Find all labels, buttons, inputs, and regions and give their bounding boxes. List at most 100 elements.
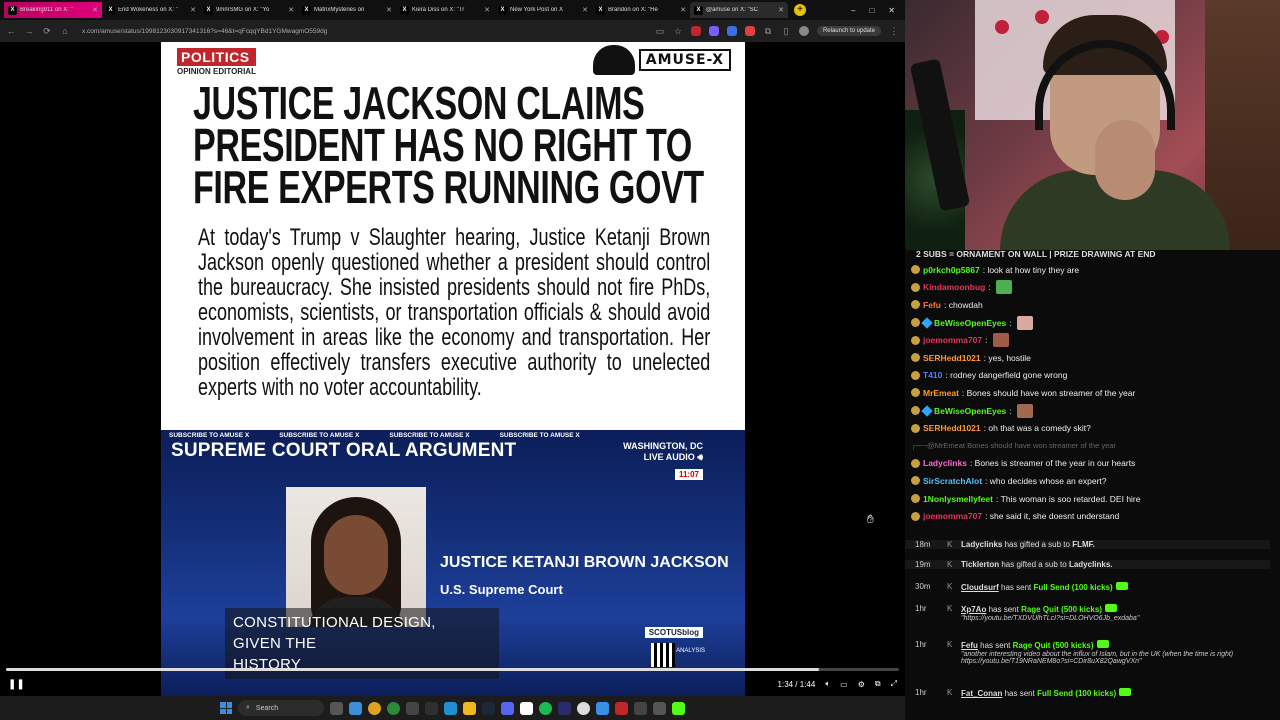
chrome-icon[interactable] bbox=[368, 701, 381, 715]
chat-username[interactable]: Fefu bbox=[923, 300, 941, 310]
tab-close-icon[interactable]: ✕ bbox=[680, 6, 686, 14]
taskbar-search[interactable]: ⌕ Search bbox=[238, 700, 324, 716]
install-icon[interactable]: ▭ bbox=[655, 26, 665, 37]
extension-icon-purple[interactable] bbox=[708, 26, 719, 36]
extension-icon-red[interactable] bbox=[690, 26, 701, 36]
browser-tab[interactable]: X Brandon on X: "He ✕ bbox=[592, 2, 690, 18]
kick-icon[interactable] bbox=[672, 701, 685, 715]
chat-username[interactable]: SERHedd1021 bbox=[923, 353, 981, 363]
chat-username[interactable]: joemomma707 bbox=[923, 335, 982, 345]
event-action: has sent bbox=[1004, 689, 1035, 698]
app-icon[interactable] bbox=[406, 701, 419, 715]
sub-badge-icon bbox=[911, 494, 920, 504]
bookmark-star-icon[interactable]: ☆ bbox=[673, 26, 683, 37]
event-user[interactable]: Ticklerton bbox=[961, 560, 999, 569]
tab-label: End Wokeness on X: " bbox=[118, 7, 178, 13]
browser-tab[interactable]: X @amuse on X: "SC ✕ bbox=[690, 2, 788, 18]
reload-icon[interactable]: ⟳ bbox=[42, 26, 52, 37]
browser-tab[interactable]: X MatrixMysteries on ✕ bbox=[298, 2, 396, 18]
captions-icon[interactable]: ▭ bbox=[840, 680, 848, 689]
event-user[interactable]: Fat_Conan bbox=[961, 689, 1002, 698]
location-pin-icon[interactable] bbox=[615, 701, 628, 715]
emote-icon bbox=[996, 280, 1013, 295]
event-target[interactable]: Ladyclinks. bbox=[1069, 560, 1113, 569]
app-bird-icon[interactable] bbox=[596, 701, 609, 715]
chat-username[interactable]: BeWiseOpenEyes bbox=[934, 318, 1006, 328]
chat-username[interactable]: joemomma707 bbox=[923, 511, 982, 521]
volume-icon[interactable]: 🔈︎ bbox=[825, 679, 830, 689]
windows-start-icon[interactable] bbox=[220, 702, 232, 714]
forward-icon[interactable]: → bbox=[24, 26, 34, 36]
app-gray-icon[interactable] bbox=[653, 701, 666, 715]
chat-username[interactable]: 1Nonlysmellyfeet bbox=[923, 494, 993, 504]
discord-icon[interactable] bbox=[501, 701, 514, 715]
chrome-profile-icon[interactable] bbox=[387, 701, 400, 715]
chat-username[interactable]: SERHedd1021 bbox=[923, 423, 981, 433]
event-action: has sent bbox=[980, 641, 1011, 650]
tab-close-icon[interactable]: ✕ bbox=[484, 6, 490, 14]
relaunch-button[interactable]: Relaunch to update bbox=[816, 26, 881, 36]
maximize-button[interactable]: □ bbox=[869, 6, 874, 15]
brand-block: AMUSE-X bbox=[592, 45, 731, 75]
minimize-button[interactable]: – bbox=[851, 6, 855, 15]
notion-icon[interactable] bbox=[520, 701, 533, 715]
browser-tab[interactable]: X Kiera Diss on X: "Tr ✕ bbox=[396, 2, 494, 18]
terminal-icon[interactable] bbox=[425, 701, 438, 715]
analysis-label: ANALYSIS bbox=[676, 648, 705, 654]
chat-username[interactable]: SirScratchAlot bbox=[923, 476, 982, 486]
snip-icon[interactable] bbox=[634, 701, 647, 715]
close-window-button[interactable]: ✕ bbox=[888, 6, 895, 15]
chat-username[interactable]: MrEmeat bbox=[923, 388, 959, 398]
event-user[interactable]: Fefu bbox=[961, 641, 978, 650]
screen: X Breaking911 on X: " ✕ X End Wokeness on X:… bbox=[0, 0, 1280, 720]
chat-username[interactable]: Ladyclinks bbox=[923, 458, 967, 468]
kicks-icon bbox=[1096, 640, 1109, 648]
tab-close-icon[interactable]: ✕ bbox=[92, 6, 98, 14]
extensions-puzzle-icon[interactable]: ⧉ bbox=[763, 26, 773, 37]
app-n-icon[interactable] bbox=[558, 701, 571, 715]
browser-tab[interactable]: X End Wokeness on X: " ✕ bbox=[102, 2, 200, 18]
sidebar-icon[interactable]: ▯ bbox=[781, 26, 791, 37]
obs-icon[interactable] bbox=[577, 701, 590, 715]
browser-tab[interactable]: X Breaking911 on X: " ✕ bbox=[4, 2, 102, 18]
home-icon[interactable]: ⌂ bbox=[60, 26, 70, 36]
edge-icon[interactable] bbox=[349, 701, 362, 715]
chat-username[interactable]: Kindamoonbug bbox=[923, 282, 985, 292]
fullscreen-icon[interactable]: ⤢ bbox=[891, 679, 897, 689]
extension-icon-shield[interactable] bbox=[744, 26, 755, 36]
tab-close-icon[interactable]: ✕ bbox=[778, 6, 784, 14]
file-explorer-icon[interactable] bbox=[463, 701, 476, 715]
url-field[interactable]: x.com/amuse/status/1998123030917341316?s… bbox=[78, 28, 647, 35]
os-taskbar: ⌕ Search bbox=[0, 696, 905, 720]
spotify-icon[interactable] bbox=[539, 701, 552, 715]
browser-tab[interactable]: X New York Post on X ✕ bbox=[494, 2, 592, 18]
event-user[interactable]: Ladyclinks bbox=[961, 540, 1002, 549]
video-progress-bar[interactable] bbox=[6, 668, 899, 671]
steam-icon[interactable] bbox=[482, 701, 495, 715]
app-blue-icon[interactable] bbox=[444, 701, 457, 715]
tab-close-icon[interactable]: ✕ bbox=[582, 6, 588, 14]
event-user[interactable]: Xp7Ao bbox=[961, 605, 986, 614]
event-target[interactable]: FLMF. bbox=[1072, 540, 1095, 549]
task-view-icon[interactable] bbox=[330, 701, 343, 715]
extension-icon-blue[interactable] bbox=[726, 26, 737, 36]
headline-line: PRESIDENT HAS NO RIGHT TO bbox=[193, 119, 692, 171]
browser-tab[interactable]: X 9mmSMG on X: "Yo ✕ bbox=[200, 2, 298, 18]
event-user[interactable]: Cloudsurf bbox=[961, 583, 999, 592]
back-icon[interactable]: ← bbox=[6, 26, 16, 36]
pip-icon[interactable]: ⧉ bbox=[875, 679, 881, 689]
tab-close-icon[interactable]: ✕ bbox=[386, 6, 392, 14]
chat-username[interactable]: p0rkch0p5867 bbox=[923, 265, 980, 275]
tab-close-icon[interactable]: ✕ bbox=[190, 6, 196, 14]
menu-kebab-icon[interactable]: ⋮ bbox=[889, 26, 899, 37]
new-tab-button[interactable]: + bbox=[794, 4, 806, 16]
chat-username[interactable]: BeWiseOpenEyes bbox=[934, 406, 1006, 416]
profile-avatar[interactable] bbox=[798, 26, 809, 36]
pause-icon[interactable]: ❚❚ bbox=[8, 679, 25, 690]
event-row: 1hr K Xp7Ao has sent Rage Quit (500 kicks)… bbox=[905, 604, 1270, 622]
settings-gear-icon[interactable]: ⚙ bbox=[858, 680, 865, 689]
video-player[interactable]: POLITICS OPINION EDITORIAL AMUSE-X JUSTI… bbox=[0, 42, 905, 696]
event-reward: Full Send (100 kicks) bbox=[1037, 689, 1117, 698]
chat-username[interactable]: T410 bbox=[923, 370, 942, 380]
tab-close-icon[interactable]: ✕ bbox=[288, 6, 294, 14]
